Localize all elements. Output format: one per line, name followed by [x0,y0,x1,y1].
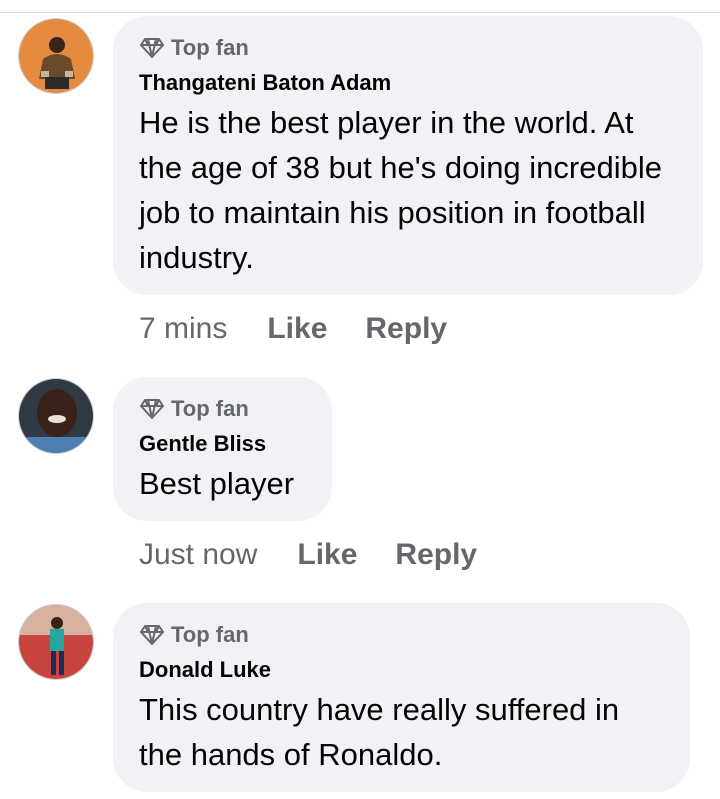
comment-timestamp[interactable]: Just now [139,538,257,572]
comment-timestamp[interactable]: 7 mins [139,312,227,346]
avatar[interactable] [18,604,94,680]
badge-label: Top fan [171,396,249,421]
comment-bubble: Top fan Gentle Bliss Best player [113,377,332,521]
comment-bubble: Top fan Thangateni Baton Adam He is the … [113,16,703,295]
like-button[interactable]: Like [267,312,327,346]
comment-actions: 7 mins Like Reply [139,312,485,346]
reply-button[interactable]: Reply [395,538,477,572]
top-divider [0,12,720,13]
comment-author[interactable]: Donald Luke [139,655,664,685]
comment-author[interactable]: Gentle Bliss [139,429,306,459]
diamond-icon [140,399,164,419]
badge-label: Top fan [171,35,249,60]
badge-label: Top fan [171,622,249,647]
diamond-icon [140,625,164,645]
diamond-icon [140,38,164,58]
comment-text: This country have really suffered in the… [139,692,620,772]
comment-author[interactable]: Thangateni Baton Adam [139,68,677,98]
comment-text: Best player [139,466,295,501]
avatar[interactable] [18,378,94,454]
reply-button[interactable]: Reply [365,312,447,346]
top-fan-badge[interactable]: Top fan [139,621,664,649]
comment-text: He is the best player in the world. At t… [139,105,662,275]
top-fan-badge[interactable]: Top fan [139,34,677,62]
avatar[interactable] [18,18,94,94]
comment-actions: Just now Like Reply [139,538,515,572]
like-button[interactable]: Like [297,538,357,572]
comment-bubble: Top fan Donald Luke This country have re… [113,603,690,792]
top-fan-badge[interactable]: Top fan [139,395,306,423]
